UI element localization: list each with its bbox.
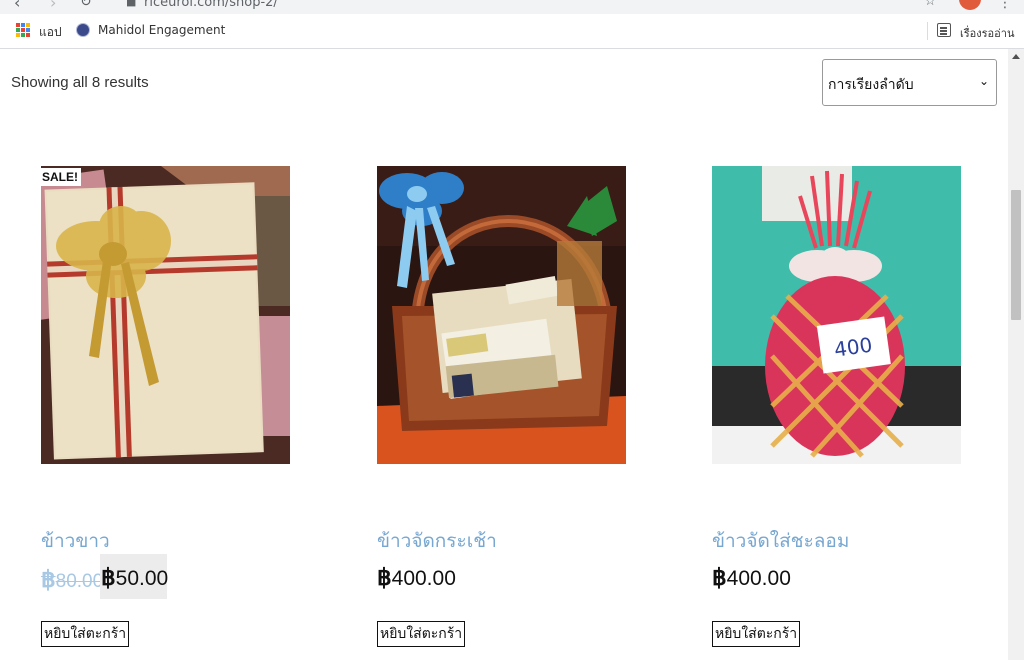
sale-price-box: ฿50.00 <box>100 554 169 599</box>
product-title[interactable]: ข้าวจัดใส่ชะลอม <box>712 526 849 556</box>
product-title[interactable]: ข้าวจัดกระเช้า <box>377 526 497 556</box>
back-icon[interactable]: ‹ <box>14 0 20 12</box>
bookmark-apps[interactable]: แอป <box>39 23 62 42</box>
add-to-cart-button[interactable]: หยิบใส่ตะกร้า <box>712 621 801 647</box>
original-price: ฿80.00 <box>41 566 104 592</box>
sale-badge: SALE! <box>41 168 81 186</box>
result-count: Showing all 8 results <box>11 74 149 91</box>
lock-icon: ■ <box>126 0 137 8</box>
reading-list-icon[interactable] <box>937 23 951 37</box>
rice-gift-box-photo <box>41 166 290 464</box>
product-card: SALE! ข้าวขาว ฿80.00 ฿50.00 หยิบใส่ตะกร้… <box>41 166 291 647</box>
mahidol-logo-icon[interactable] <box>76 23 90 37</box>
chevron-down-icon: ⌄ <box>978 74 989 88</box>
product-image[interactable] <box>377 166 626 464</box>
orderby-selected: การเรียงลำดับ <box>828 77 914 93</box>
product-title[interactable]: ข้าวขาว <box>41 526 110 556</box>
browser-toolbar: ‹ › ↻ ■ riceuroi.com/shop-2/ ☆ ⋮ <box>0 0 1024 14</box>
url-text[interactable]: riceuroi.com/shop-2/ <box>144 0 278 10</box>
scroll-up-icon[interactable] <box>1012 54 1020 59</box>
product-image[interactable]: SALE! <box>41 166 290 464</box>
rice-basket-photo <box>377 166 626 464</box>
product-image[interactable]: 400 <box>712 166 961 464</box>
orderby-select[interactable]: การเรียงลำดับ ⌄ <box>822 59 997 106</box>
product-card: ข้าวจัดกระเช้า ฿400.00 หยิบใส่ตะกร้า <box>377 166 627 647</box>
product-price: ฿400.00 <box>712 564 791 590</box>
bookmarks-bar: แอป Mahidol Engagement เรื่องรออ่าน <box>0 14 1024 49</box>
add-to-cart-button[interactable]: หยิบใส่ตะกร้า <box>41 621 130 647</box>
reload-icon[interactable]: ↻ <box>80 0 92 10</box>
apps-grid-icon[interactable] <box>16 23 30 37</box>
bookmark-mahidol-engagement[interactable]: Mahidol Engagement <box>98 23 225 37</box>
address-bar[interactable]: ■ riceuroi.com/shop-2/ ☆ <box>108 0 948 12</box>
scroll-thumb[interactable] <box>1011 190 1021 320</box>
profile-avatar[interactable] <box>959 0 981 10</box>
forward-icon[interactable]: › <box>50 0 56 12</box>
browser-menu-icon[interactable]: ⋮ <box>998 0 1012 11</box>
add-to-cart-button[interactable]: หยิบใส่ตะกร้า <box>377 621 466 647</box>
sale-price: ฿50.00 <box>101 564 169 590</box>
page-scrollbar[interactable] <box>1008 49 1024 660</box>
product-price: ฿400.00 <box>377 564 456 590</box>
bookmark-divider <box>927 22 928 40</box>
product-card: 400 ข้าวจัดใส่ชะลอม ฿400.00 หยิบใส่ตะกร้… <box>712 166 962 647</box>
bookmark-star-icon[interactable]: ☆ <box>924 0 936 9</box>
reading-list-button[interactable]: เรื่องรออ่าน <box>960 24 1014 42</box>
woven-basket-photo: 400 <box>712 166 961 464</box>
